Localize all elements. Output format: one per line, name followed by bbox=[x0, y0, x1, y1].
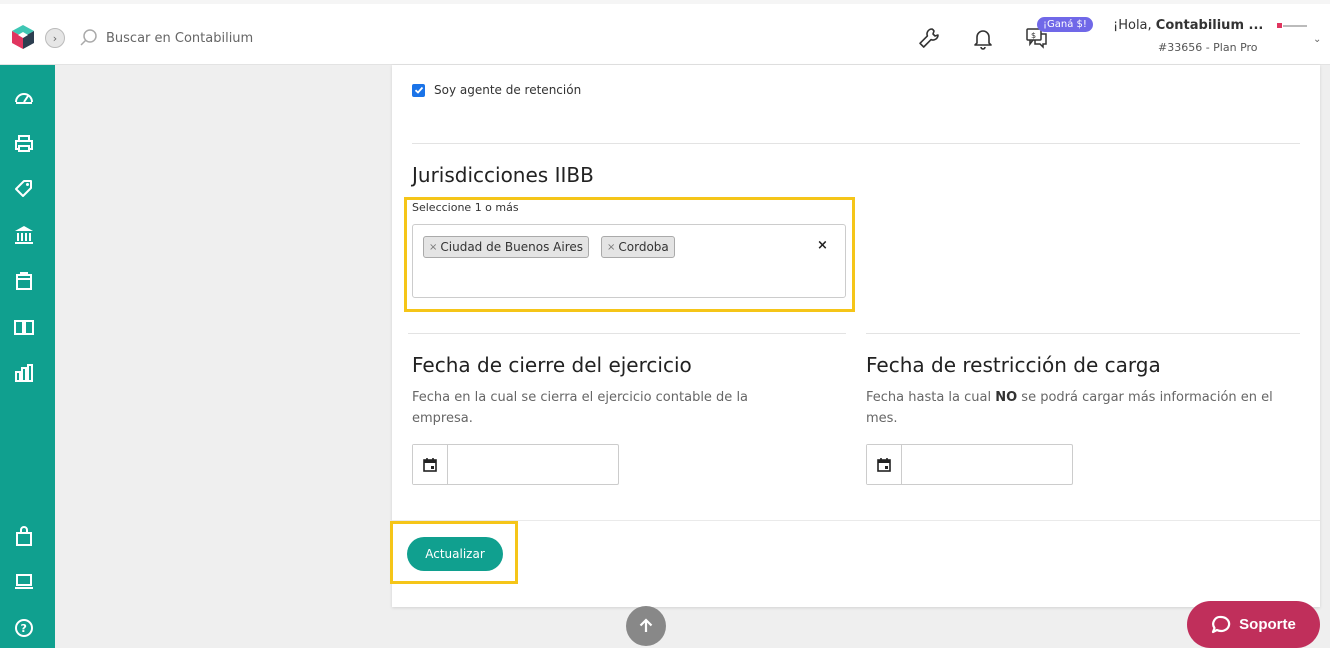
bar-chart-icon bbox=[15, 364, 33, 382]
sidebar-item-accounting[interactable] bbox=[13, 316, 35, 338]
contabilium-logo[interactable] bbox=[10, 24, 36, 50]
description-emphasis: NO bbox=[995, 390, 1018, 405]
fiscal-close-date-field[interactable] bbox=[412, 444, 619, 485]
wrench-icon[interactable] bbox=[917, 26, 941, 50]
user-greeting[interactable]: ¡Hola, Contabilium ... bbox=[1113, 18, 1263, 33]
bell-icon[interactable] bbox=[971, 26, 995, 50]
load-restriction-date-input[interactable] bbox=[902, 445, 1072, 484]
fiscal-close-title: Fecha de cierre del ejercicio bbox=[412, 353, 692, 377]
description-text: Fecha hasta la cual bbox=[866, 390, 996, 405]
retention-agent-checkbox[interactable] bbox=[412, 83, 425, 97]
sidebar-toggle-button[interactable]: › bbox=[45, 28, 65, 48]
calendar-icon bbox=[877, 457, 891, 472]
tag-icon bbox=[15, 180, 32, 197]
svg-text:?: ? bbox=[21, 622, 27, 635]
chat-bubble-icon bbox=[1212, 615, 1231, 633]
iibb-multiselect[interactable]: × Ciudad de Buenos Aires × Cordoba × bbox=[412, 224, 846, 298]
user-name: Contabilium ... bbox=[1155, 18, 1264, 33]
selected-tag: × Cordoba bbox=[601, 236, 675, 258]
iibb-field-label: Seleccione 1 o más bbox=[412, 201, 519, 214]
sidebar-item-pos[interactable] bbox=[13, 571, 35, 593]
svg-text:$: $ bbox=[1031, 31, 1036, 40]
sidebar-item-banks[interactable] bbox=[13, 224, 35, 246]
sidebar-item-sales[interactable] bbox=[13, 133, 35, 155]
sidebar-item-inventory[interactable] bbox=[13, 270, 35, 292]
greeting-prefix: ¡Hola, bbox=[1113, 18, 1156, 33]
update-button[interactable]: Actualizar bbox=[407, 537, 503, 571]
calendar-button[interactable] bbox=[867, 445, 902, 484]
printer-icon bbox=[15, 135, 33, 152]
settings-card: Soy agente de retención Jurisdicciones I… bbox=[392, 65, 1320, 607]
tag-label: Cordoba bbox=[618, 240, 669, 254]
load-restriction-date-field[interactable] bbox=[866, 444, 1073, 485]
fiscal-close-date-input[interactable] bbox=[448, 445, 618, 484]
load-restriction-description: Fecha hasta la cual NO se podrá cargar m… bbox=[866, 387, 1306, 429]
fiscal-close-description: Fecha en la cual se cierra el ejercicio … bbox=[412, 390, 749, 426]
divider bbox=[412, 143, 1300, 144]
sidebar-item-store[interactable] bbox=[13, 525, 35, 547]
calendar-icon bbox=[423, 457, 437, 472]
retention-agent-label: Soy agente de retención bbox=[434, 83, 582, 97]
selected-tag: × Ciudad de Buenos Aires bbox=[423, 236, 590, 258]
bank-icon bbox=[15, 226, 33, 244]
check-icon bbox=[414, 86, 423, 94]
chevron-right-icon: › bbox=[52, 31, 58, 45]
laptop-icon bbox=[15, 574, 33, 589]
help-icon: ? bbox=[15, 619, 33, 637]
divider bbox=[866, 333, 1300, 334]
sidebar-item-reports[interactable] bbox=[13, 362, 35, 384]
dashboard-icon bbox=[15, 93, 33, 104]
support-label: Soporte bbox=[1239, 616, 1296, 633]
divider bbox=[408, 333, 846, 334]
search-icon bbox=[80, 29, 97, 46]
sidebar-item-help[interactable]: ? bbox=[13, 617, 35, 639]
sidebar-item-products[interactable] bbox=[13, 178, 35, 200]
search-input[interactable] bbox=[106, 26, 406, 50]
support-button[interactable]: Soporte bbox=[1187, 601, 1320, 648]
retention-agent-row[interactable]: Soy agente de retención bbox=[412, 83, 581, 97]
sidebar-item-dashboard[interactable] bbox=[13, 87, 35, 109]
iibb-title: Jurisdicciones IIBB bbox=[412, 163, 594, 187]
arrow-up-icon bbox=[639, 618, 653, 632]
scroll-to-top-button[interactable] bbox=[626, 606, 666, 646]
promo-badge[interactable]: ¡Ganá $! bbox=[1037, 17, 1093, 32]
account-plan: #33656 - Plan Pro bbox=[1158, 41, 1258, 54]
clear-selection-icon[interactable]: × bbox=[817, 238, 828, 253]
form-footer bbox=[392, 520, 1320, 586]
remove-tag-icon[interactable]: × bbox=[429, 242, 437, 253]
chevron-down-icon[interactable]: ⌄ bbox=[1313, 34, 1321, 45]
shopping-bag-icon bbox=[16, 526, 32, 546]
calendar-button[interactable] bbox=[413, 445, 448, 484]
company-logo bbox=[1277, 23, 1307, 28]
load-restriction-title: Fecha de restricción de carga bbox=[866, 353, 1161, 377]
sidebar: ? bbox=[0, 65, 55, 648]
book-icon bbox=[14, 320, 34, 335]
box-icon bbox=[16, 272, 32, 290]
top-bar: › $ ¡Ganá $! ¡Hola, Contabilium ... #336… bbox=[0, 0, 1330, 65]
tag-label: Ciudad de Buenos Aires bbox=[440, 240, 584, 254]
remove-tag-icon[interactable]: × bbox=[607, 242, 615, 253]
